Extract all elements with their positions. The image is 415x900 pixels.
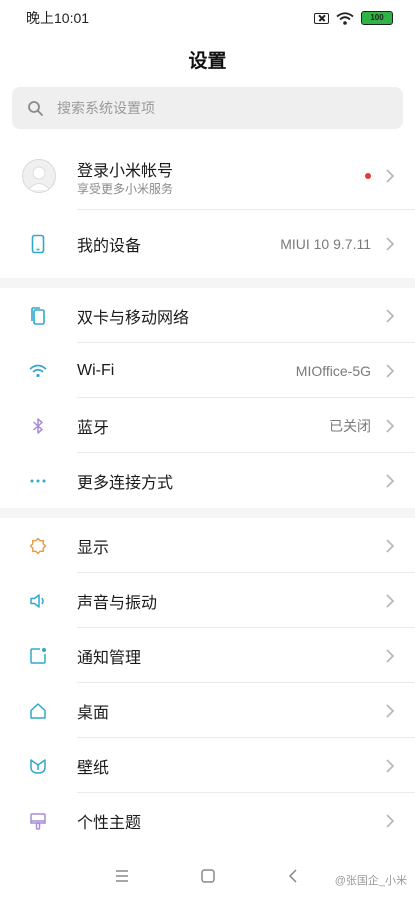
display-brightness-icon	[29, 537, 47, 554]
avatar	[22, 159, 56, 193]
chevron-right-icon	[386, 703, 395, 718]
home-screen-row[interactable]: 桌面	[0, 683, 415, 738]
display-label: 显示	[77, 539, 110, 557]
wifi-label: Wi-Fi	[77, 361, 115, 379]
chevron-right-icon	[386, 363, 395, 378]
divider	[77, 209, 415, 210]
notifications-label: 通知管理	[77, 649, 142, 667]
chevron-right-icon	[386, 169, 395, 183]
wallpaper-label: 壁纸	[77, 759, 110, 777]
sound-vibration-row[interactable]: 声音与振动	[0, 573, 415, 628]
chevron-right-icon	[386, 648, 395, 663]
search-placeholder: 搜索系统设置项	[57, 100, 155, 116]
wifi-signal-icon	[336, 11, 354, 25]
chevron-right-icon	[386, 473, 395, 488]
home-button-icon[interactable]	[200, 868, 216, 884]
account-subtitle: 享受更多小米服务	[77, 182, 174, 196]
more-connections-row[interactable]: 更多连接方式	[0, 453, 415, 508]
phone-device-icon	[31, 234, 45, 253]
themes-row[interactable]: 个性主题	[0, 793, 415, 848]
bluetooth-icon	[33, 417, 43, 434]
home-icon	[30, 702, 46, 719]
chevron-right-icon	[386, 593, 395, 608]
wallpaper-row[interactable]: 壁纸	[0, 738, 415, 793]
wifi-row[interactable]: Wi-Fi MIOffice-5G	[0, 343, 415, 398]
chevron-right-icon	[386, 308, 395, 323]
home-screen-label: 桌面	[77, 704, 110, 722]
chevron-right-icon	[386, 813, 395, 828]
wallpaper-icon	[30, 758, 46, 774]
back-icon[interactable]	[286, 868, 302, 884]
status-time: 晚上10:01	[26, 10, 90, 26]
dual-sim-label: 双卡与移动网络	[77, 309, 190, 327]
section-gap	[0, 508, 415, 518]
chevron-right-icon	[386, 758, 395, 773]
sim-cards-icon	[31, 306, 45, 325]
navigation-bar: @张国企_小米	[0, 852, 415, 900]
notification-icon	[30, 647, 46, 664]
page-title: 设置	[188, 51, 227, 72]
my-device-label: 我的设备	[77, 237, 142, 255]
chevron-right-icon	[386, 236, 395, 251]
status-icons: 100	[314, 11, 393, 25]
account-title: 登录小米帐号	[77, 163, 174, 180]
wifi-icon	[29, 364, 47, 377]
section-gap	[0, 278, 415, 288]
watermark: @张国企_小米	[334, 875, 407, 887]
notifications-row[interactable]: 通知管理	[0, 628, 415, 683]
search-input[interactable]: 搜索系统设置项	[12, 87, 403, 129]
theme-brush-icon	[30, 812, 46, 830]
bluetooth-label: 蓝牙	[77, 419, 110, 437]
bluetooth-value: 已关闭	[329, 417, 371, 434]
account-login-row[interactable]: 登录小米帐号 享受更多小米服务	[0, 143, 415, 209]
status-bar: 晚上10:01 100	[0, 0, 415, 36]
my-device-value: MIUI 10 9.7.11	[280, 235, 371, 252]
display-row[interactable]: 显示	[0, 518, 415, 573]
chevron-right-icon	[386, 418, 395, 433]
sound-label: 声音与振动	[77, 594, 158, 612]
speaker-icon	[30, 593, 44, 608]
menu-icon[interactable]	[114, 868, 130, 884]
wifi-value: MIOffice-5G	[295, 362, 371, 379]
dual-sim-network-row[interactable]: 双卡与移动网络	[0, 288, 415, 343]
bluetooth-row[interactable]: 蓝牙 已关闭	[0, 398, 415, 453]
more-connections-label: 更多连接方式	[77, 474, 174, 492]
no-sim-icon	[314, 12, 329, 24]
my-device-row[interactable]: 我的设备 MIUI 10 9.7.11	[0, 216, 415, 271]
battery-icon: 100	[361, 11, 393, 25]
themes-label: 个性主题	[77, 814, 142, 832]
notification-dot	[365, 173, 371, 179]
search-icon	[28, 100, 43, 116]
chevron-right-icon	[386, 538, 395, 553]
more-dots-icon	[30, 479, 46, 482]
